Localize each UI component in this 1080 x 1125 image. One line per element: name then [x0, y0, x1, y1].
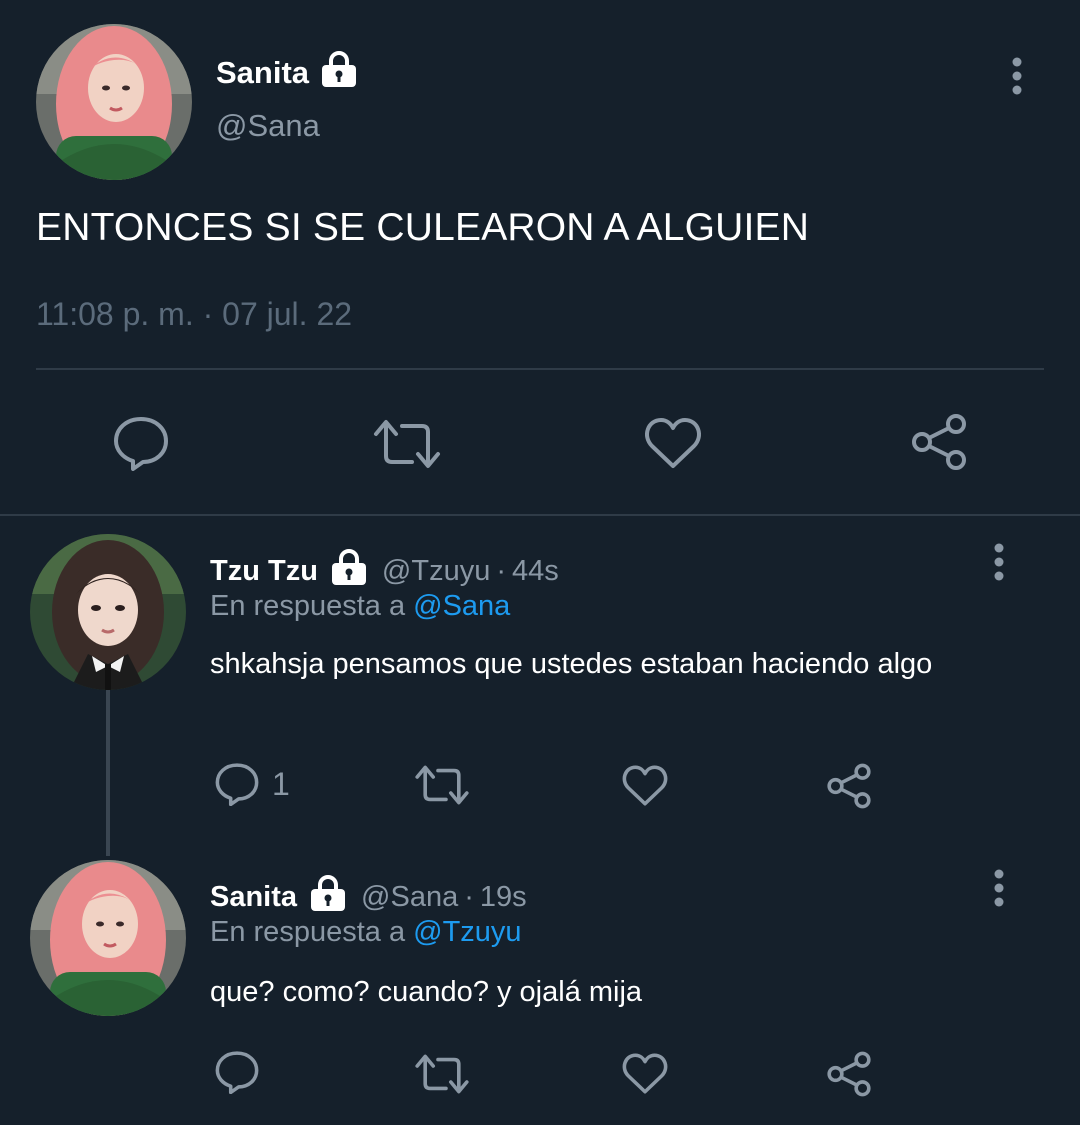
display-name[interactable]: Tzu Tzu [210, 555, 318, 588]
user-handle[interactable]: @Tzuyu [382, 555, 490, 588]
reply-icon[interactable] [214, 1050, 260, 1094]
retweet-icon[interactable] [414, 1053, 470, 1095]
user-handle[interactable]: @Sana [216, 108, 320, 144]
share-icon[interactable] [910, 412, 968, 472]
lock-icon [318, 50, 360, 96]
like-icon[interactable] [622, 1052, 668, 1095]
retweet-icon[interactable] [372, 418, 442, 470]
in-reply-to: En respuesta a @Sana [210, 590, 510, 623]
separator: · [464, 880, 474, 913]
mention-link[interactable]: @Sana [413, 590, 510, 622]
avatar[interactable] [30, 860, 186, 1016]
tweet-age[interactable]: 19s [480, 881, 527, 914]
avatar[interactable] [30, 534, 186, 690]
divider [36, 368, 1044, 370]
more-icon[interactable] [1004, 56, 1030, 96]
tweet-thread-screen: Sanita @Sana ENTONCES SI SE CULEARON A A… [0, 0, 1080, 1125]
more-icon[interactable] [986, 868, 1012, 908]
more-icon[interactable] [986, 542, 1012, 582]
divider [0, 514, 1080, 516]
avatar[interactable] [36, 24, 192, 180]
display-name[interactable]: Sanita [210, 881, 297, 914]
tweet-text: shkahsja pensamos que ustedes estaban ha… [210, 648, 933, 680]
thread-line [106, 690, 110, 856]
reply-icon[interactable] [214, 762, 260, 806]
like-icon[interactable] [622, 764, 668, 807]
share-icon[interactable] [826, 1050, 872, 1098]
reply-icon[interactable] [112, 415, 170, 471]
tweet-timestamp[interactable]: 11:08 p. m. · 07 jul. 22 [36, 296, 352, 333]
in-reply-to: En respuesta a @Tzuyu [210, 916, 522, 949]
tweet-text: ENTONCES SI SE CULEARON A ALGUIEN [36, 206, 810, 249]
share-icon[interactable] [826, 762, 872, 810]
separator: · [496, 554, 507, 587]
retweet-icon[interactable] [414, 764, 470, 806]
reply-header: Tzu Tzu @Tzuyu · 44s [210, 548, 559, 594]
reply-count: 1 [272, 766, 290, 802]
in-reply-label: En respuesta a [210, 590, 406, 622]
user-handle[interactable]: @Sana [361, 881, 458, 914]
in-reply-label: En respuesta a [210, 916, 406, 948]
like-icon[interactable] [644, 416, 702, 470]
tweet-text: que? como? cuando? y ojalá mija [210, 976, 643, 1008]
mention-link[interactable]: @Tzuyu [413, 916, 521, 948]
lock-icon [328, 548, 370, 594]
tweet-age[interactable]: 44s [512, 555, 559, 588]
main-tweet-author[interactable]: Sanita [216, 50, 360, 96]
display-name[interactable]: Sanita [216, 55, 309, 91]
reply-header: Sanita @Sana · 19s [210, 874, 527, 920]
lock-icon [307, 874, 349, 920]
